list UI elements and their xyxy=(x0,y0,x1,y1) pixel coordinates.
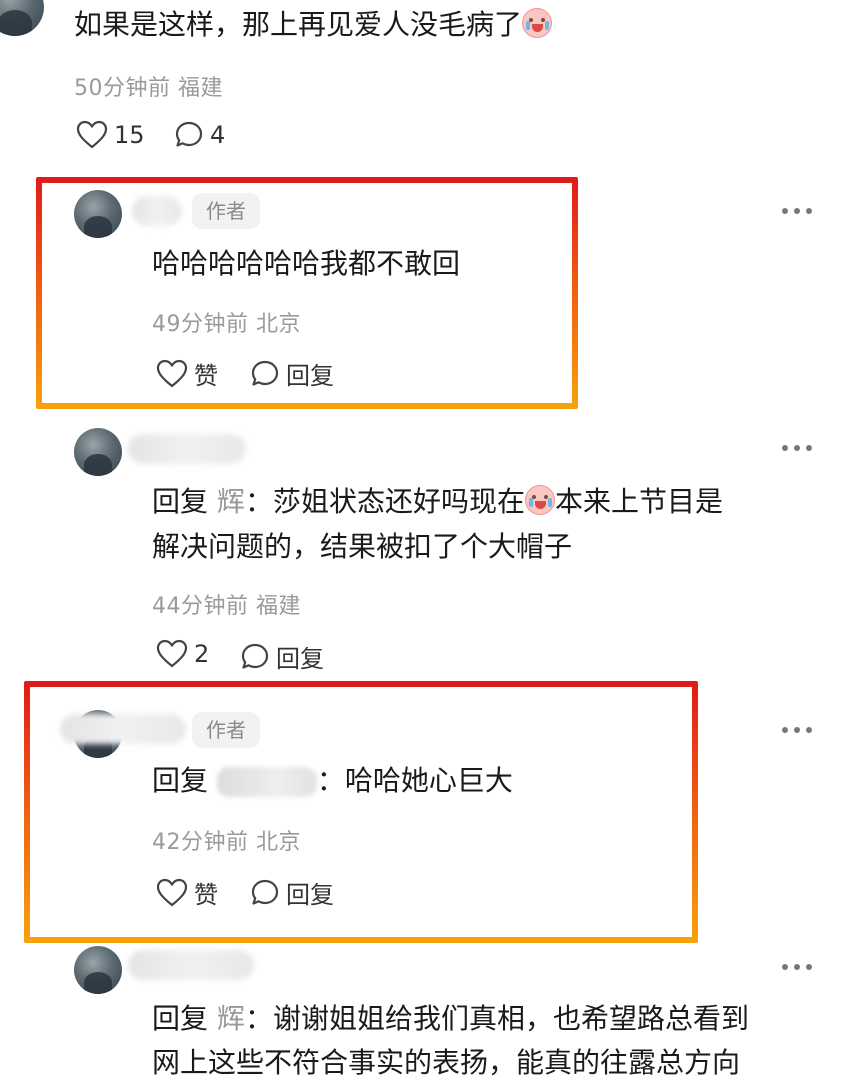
more-dots-icon[interactable] xyxy=(782,727,812,735)
reply-button[interactable]: 回复 xyxy=(250,356,334,391)
speech-bubble-icon xyxy=(251,360,279,386)
speech-bubble-icon xyxy=(251,879,279,905)
reply-mention[interactable]: 辉 xyxy=(217,1002,245,1035)
avatar[interactable] xyxy=(74,190,122,238)
avatar[interactable] xyxy=(0,0,44,36)
heart-outline-icon xyxy=(156,878,188,906)
comment-text-content: 如果是这样，那上再见爱人没毛病了 xyxy=(74,8,523,41)
crying-face-emoji-icon xyxy=(524,485,555,515)
author-badge: 作者 xyxy=(192,712,260,748)
like-count: 2 xyxy=(194,640,210,668)
like-button[interactable]: 赞 xyxy=(156,356,218,391)
comment-text-line1b: 本来上节目是 xyxy=(554,485,723,518)
more-dots-icon[interactable] xyxy=(782,208,812,216)
comment-text: 回复 辉：莎姐状态还好吗现在 本来上节目是 xyxy=(152,481,812,523)
more-dots-icon[interactable] xyxy=(782,445,812,453)
reply-prefix: 回复 xyxy=(152,1002,209,1035)
like-count: 15 xyxy=(114,121,145,149)
heart-outline-icon xyxy=(156,639,188,668)
comment-text-line1a: ：莎姐状态还好吗现在 xyxy=(244,485,525,518)
username-blurred[interactable] xyxy=(60,714,186,744)
comment-text-line2: 网上这些不符合事实的表扬，能真的往露总方向 xyxy=(152,1046,741,1079)
username-blurred[interactable] xyxy=(128,434,246,464)
reply-prefix: 回复 xyxy=(152,764,209,797)
comment-text: 回复 ：哈哈她心巨大 xyxy=(152,760,513,802)
speech-bubble-icon xyxy=(175,121,203,147)
heart-outline-icon xyxy=(76,120,108,149)
like-button[interactable]: 赞 xyxy=(156,875,218,910)
comment-text-content: ：哈哈她心巨大 xyxy=(316,764,513,797)
reply-label: 回复 xyxy=(276,645,324,673)
comment-meta: 50分钟前 福建 xyxy=(74,76,223,101)
comment-meta: 44分钟前 福建 xyxy=(152,594,301,619)
more-dots-icon[interactable] xyxy=(782,964,812,972)
comment-text: 回复 辉：谢谢姐姐给我们真相，也希望路总看到 xyxy=(152,998,749,1040)
avatar[interactable] xyxy=(74,428,122,476)
reply-mention-blurred[interactable] xyxy=(216,767,317,797)
like-label: 赞 xyxy=(194,881,218,909)
heart-outline-icon xyxy=(156,359,188,387)
reply-label: 回复 xyxy=(286,362,334,390)
username-blurred[interactable] xyxy=(132,196,182,226)
speech-bubble-icon xyxy=(241,643,269,669)
reply-button[interactable]: 回复 xyxy=(240,639,324,674)
reply-label: 回复 xyxy=(286,881,334,909)
crying-face-emoji-icon xyxy=(522,8,553,38)
comment-meta: 49分钟前 北京 xyxy=(152,312,301,337)
reply-count: 4 xyxy=(210,121,226,149)
reply-mention[interactable]: 辉 xyxy=(217,485,245,518)
username-blurred[interactable] xyxy=(128,950,254,980)
like-button[interactable]: 15 xyxy=(76,120,145,150)
comment-text-line2: 解决问题的，结果被扣了个大帽子 xyxy=(152,530,573,563)
comment-text: 哈哈哈哈哈哈我都不敢回 xyxy=(152,247,461,280)
avatar[interactable] xyxy=(74,946,122,994)
comment-text: 如果是这样，那上再见爱人没毛病了 xyxy=(74,4,553,46)
reply-button[interactable]: 回复 xyxy=(250,875,334,910)
reply-prefix: 回复 xyxy=(152,485,209,518)
comment-text-line1: ：谢谢姐姐给我们真相，也希望路总看到 xyxy=(244,1002,749,1035)
like-label: 赞 xyxy=(194,362,218,390)
author-badge: 作者 xyxy=(192,193,260,229)
reply-button[interactable]: 4 xyxy=(174,120,225,150)
comment-meta: 42分钟前 北京 xyxy=(152,830,301,855)
like-button[interactable]: 2 xyxy=(156,639,209,669)
